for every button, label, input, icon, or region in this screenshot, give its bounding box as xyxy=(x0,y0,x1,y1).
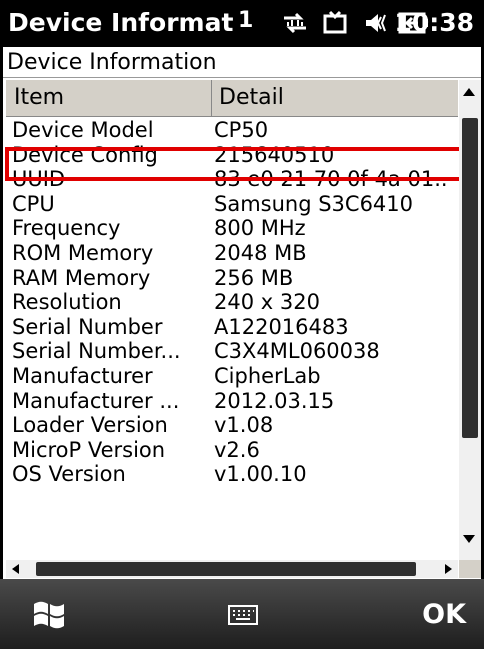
table-row[interactable]: Frequency 800 MHz xyxy=(6,216,458,241)
row-detail-value: A122016483 xyxy=(214,314,349,339)
row-item-label: CPU xyxy=(12,191,55,216)
ok-button[interactable]: OK xyxy=(422,599,466,630)
row-item-label: Device Model xyxy=(12,118,154,142)
row-detail-value: 2048 MB xyxy=(214,240,307,265)
selection-highlight-box xyxy=(5,147,469,181)
column-header-detail[interactable]: Detail xyxy=(213,80,458,116)
table-row[interactable]: MicroP Version v2.6 xyxy=(6,438,458,463)
table-row[interactable]: Serial Number... C3X4ML060038 xyxy=(6,339,458,364)
table-row[interactable]: Resolution 240 x 320 xyxy=(6,290,458,315)
clock[interactable]: 10:38 xyxy=(394,8,474,37)
row-detail-value: 256 MB xyxy=(214,265,294,290)
sync-icon[interactable] xyxy=(320,8,350,38)
row-detail-value: v1.08 xyxy=(214,413,274,438)
window-title: Device Informat xyxy=(8,8,234,37)
table-row[interactable]: Serial Number A122016483 xyxy=(6,315,458,340)
scrollbar-corner xyxy=(459,560,481,578)
row-detail-value: 800 MHz xyxy=(214,216,306,241)
scroll-left-arrow-icon[interactable] xyxy=(12,564,19,574)
row-detail-value: 240 x 320 xyxy=(214,290,320,315)
table-row[interactable]: Loader Version v1.08 xyxy=(6,413,458,438)
vertical-scroll-thumb[interactable] xyxy=(462,118,478,438)
windows-start-icon[interactable] xyxy=(32,599,66,633)
horizontal-scrollbar[interactable] xyxy=(6,560,458,578)
row-detail-value: CP50 xyxy=(214,118,269,142)
row-item-label: Serial Number... xyxy=(12,339,181,364)
menu-bar: OK xyxy=(0,579,484,649)
row-item-label: ROM Memory xyxy=(12,240,154,265)
row-detail-value: C3X4ML060038 xyxy=(214,339,380,364)
vertical-scrollbar[interactable] xyxy=(459,80,481,560)
table-row[interactable]: Manufacturer CipherLab xyxy=(6,364,458,389)
row-detail-value: v2.6 xyxy=(214,437,260,462)
table-row[interactable]: CPU Samsung S3C6410 xyxy=(6,192,458,217)
table-row[interactable]: RAM Memory 256 MB xyxy=(6,266,458,291)
row-detail-value: CipherLab xyxy=(214,363,321,388)
row-item-label: MicroP Version xyxy=(12,437,166,462)
row-item-label: Frequency xyxy=(12,216,121,241)
scroll-down-arrow-icon[interactable] xyxy=(463,535,475,543)
row-detail-value: 2012.03.15 xyxy=(214,388,335,413)
table-row[interactable]: ROM Memory 2048 MB xyxy=(6,241,458,266)
row-detail-value: Samsung S3C6410 xyxy=(214,191,414,216)
column-header-item[interactable]: Item xyxy=(6,80,212,116)
row-item-label: Loader Version xyxy=(12,413,168,438)
row-item-label: Resolution xyxy=(12,290,122,315)
row-item-label: OS Version xyxy=(12,462,126,487)
row-item-label: Serial Number xyxy=(12,314,163,339)
volume-icon[interactable] xyxy=(360,8,390,38)
scroll-right-arrow-icon[interactable] xyxy=(445,564,452,574)
status-bar: Device Informat 1 10:38 xyxy=(0,0,484,47)
row-item-label: Manufacturer xyxy=(12,363,153,388)
row-item-label: Manufacturer ... xyxy=(12,388,180,413)
table-row[interactable]: Manufacturer ... 2012.03.15 xyxy=(6,389,458,414)
scroll-up-arrow-icon[interactable] xyxy=(463,88,475,96)
row-item-label: RAM Memory xyxy=(12,265,151,290)
horizontal-scroll-thumb[interactable] xyxy=(36,562,416,576)
row-detail-value: v1.00.10 xyxy=(214,462,307,487)
table-row[interactable]: Device Model CP50 xyxy=(6,118,458,143)
connectivity-icon[interactable] xyxy=(280,8,310,38)
page-caption: Device Information xyxy=(3,48,481,78)
indicator-text: 1 xyxy=(238,8,254,33)
table-row[interactable]: OS Version v1.00.10 xyxy=(6,462,458,487)
column-header: Item Detail xyxy=(6,80,458,117)
keyboard-icon[interactable] xyxy=(228,605,258,629)
